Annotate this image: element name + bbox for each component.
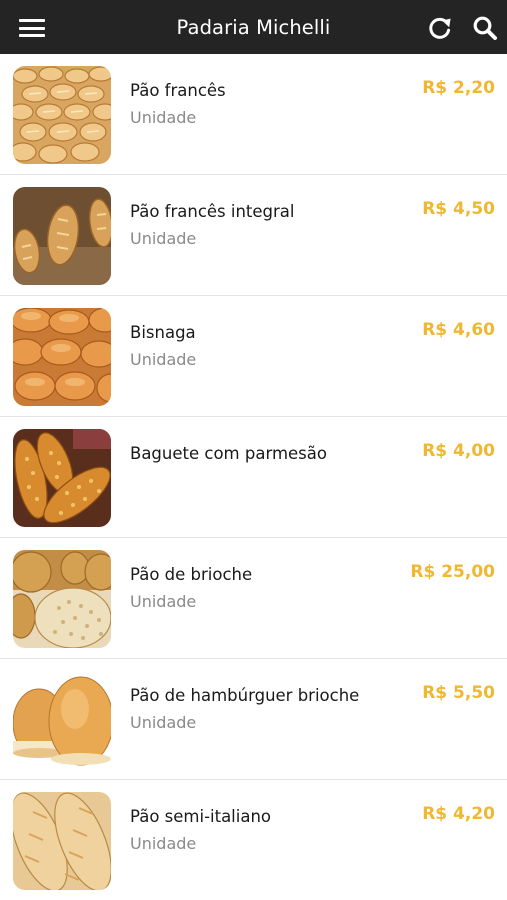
product-image — [13, 187, 111, 285]
product-item[interactable]: Pão francês Unidade R$ 2,20 — [0, 54, 507, 175]
product-unit: Unidade — [130, 834, 197, 853]
product-price: R$ 4,60 — [422, 320, 495, 340]
product-name: Pão francês — [130, 81, 226, 100]
product-name: Pão francês integral — [130, 202, 295, 221]
product-price: R$ 4,00 — [422, 441, 495, 461]
product-item[interactable]: Pão francês integral Unidade R$ 4,50 — [0, 175, 507, 296]
product-item[interactable]: Baguete com parmesão R$ 4,00 — [0, 417, 507, 538]
app-header: Padaria Michelli — [0, 0, 507, 54]
product-image — [13, 792, 111, 890]
product-unit: Unidade — [130, 108, 197, 127]
refresh-icon[interactable] — [426, 14, 454, 42]
hamburger-menu-icon[interactable] — [19, 17, 47, 39]
product-name: Pão de brioche — [130, 565, 253, 584]
product-price: R$ 2,20 — [422, 78, 495, 98]
app-title: Padaria Michelli — [176, 16, 331, 39]
product-name: Baguete com parmesão — [130, 444, 327, 463]
product-list: Pão francês Unidade R$ 2,20 Pão francês … — [0, 54, 507, 900]
product-item[interactable]: Pão semi-italiano Unidade R$ 4,20 — [0, 780, 507, 900]
product-unit: Unidade — [130, 713, 197, 732]
product-image — [13, 550, 111, 648]
product-item[interactable]: Pão de brioche Unidade R$ 25,00 — [0, 538, 507, 659]
product-price: R$ 25,00 — [410, 562, 495, 582]
product-price: R$ 4,50 — [422, 199, 495, 219]
product-name: Pão de hambúrguer brioche — [130, 686, 360, 705]
product-image — [13, 308, 111, 406]
product-image — [13, 429, 111, 527]
product-unit: Unidade — [130, 350, 197, 369]
search-icon[interactable] — [471, 14, 499, 42]
product-image — [13, 66, 111, 164]
product-price: R$ 5,50 — [422, 683, 495, 703]
product-item[interactable]: Bisnaga Unidade R$ 4,60 — [0, 296, 507, 417]
product-price: R$ 4,20 — [422, 804, 495, 824]
product-unit: Unidade — [130, 592, 197, 611]
product-item[interactable]: Pão de hambúrguer brioche Unidade R$ 5,5… — [0, 659, 507, 780]
product-name: Bisnaga — [130, 323, 196, 342]
product-unit: Unidade — [130, 229, 197, 248]
product-name: Pão semi-italiano — [130, 807, 272, 826]
product-image — [13, 671, 111, 769]
app-screen: Padaria Michelli Pão francês Unidade R$ … — [0, 0, 507, 900]
